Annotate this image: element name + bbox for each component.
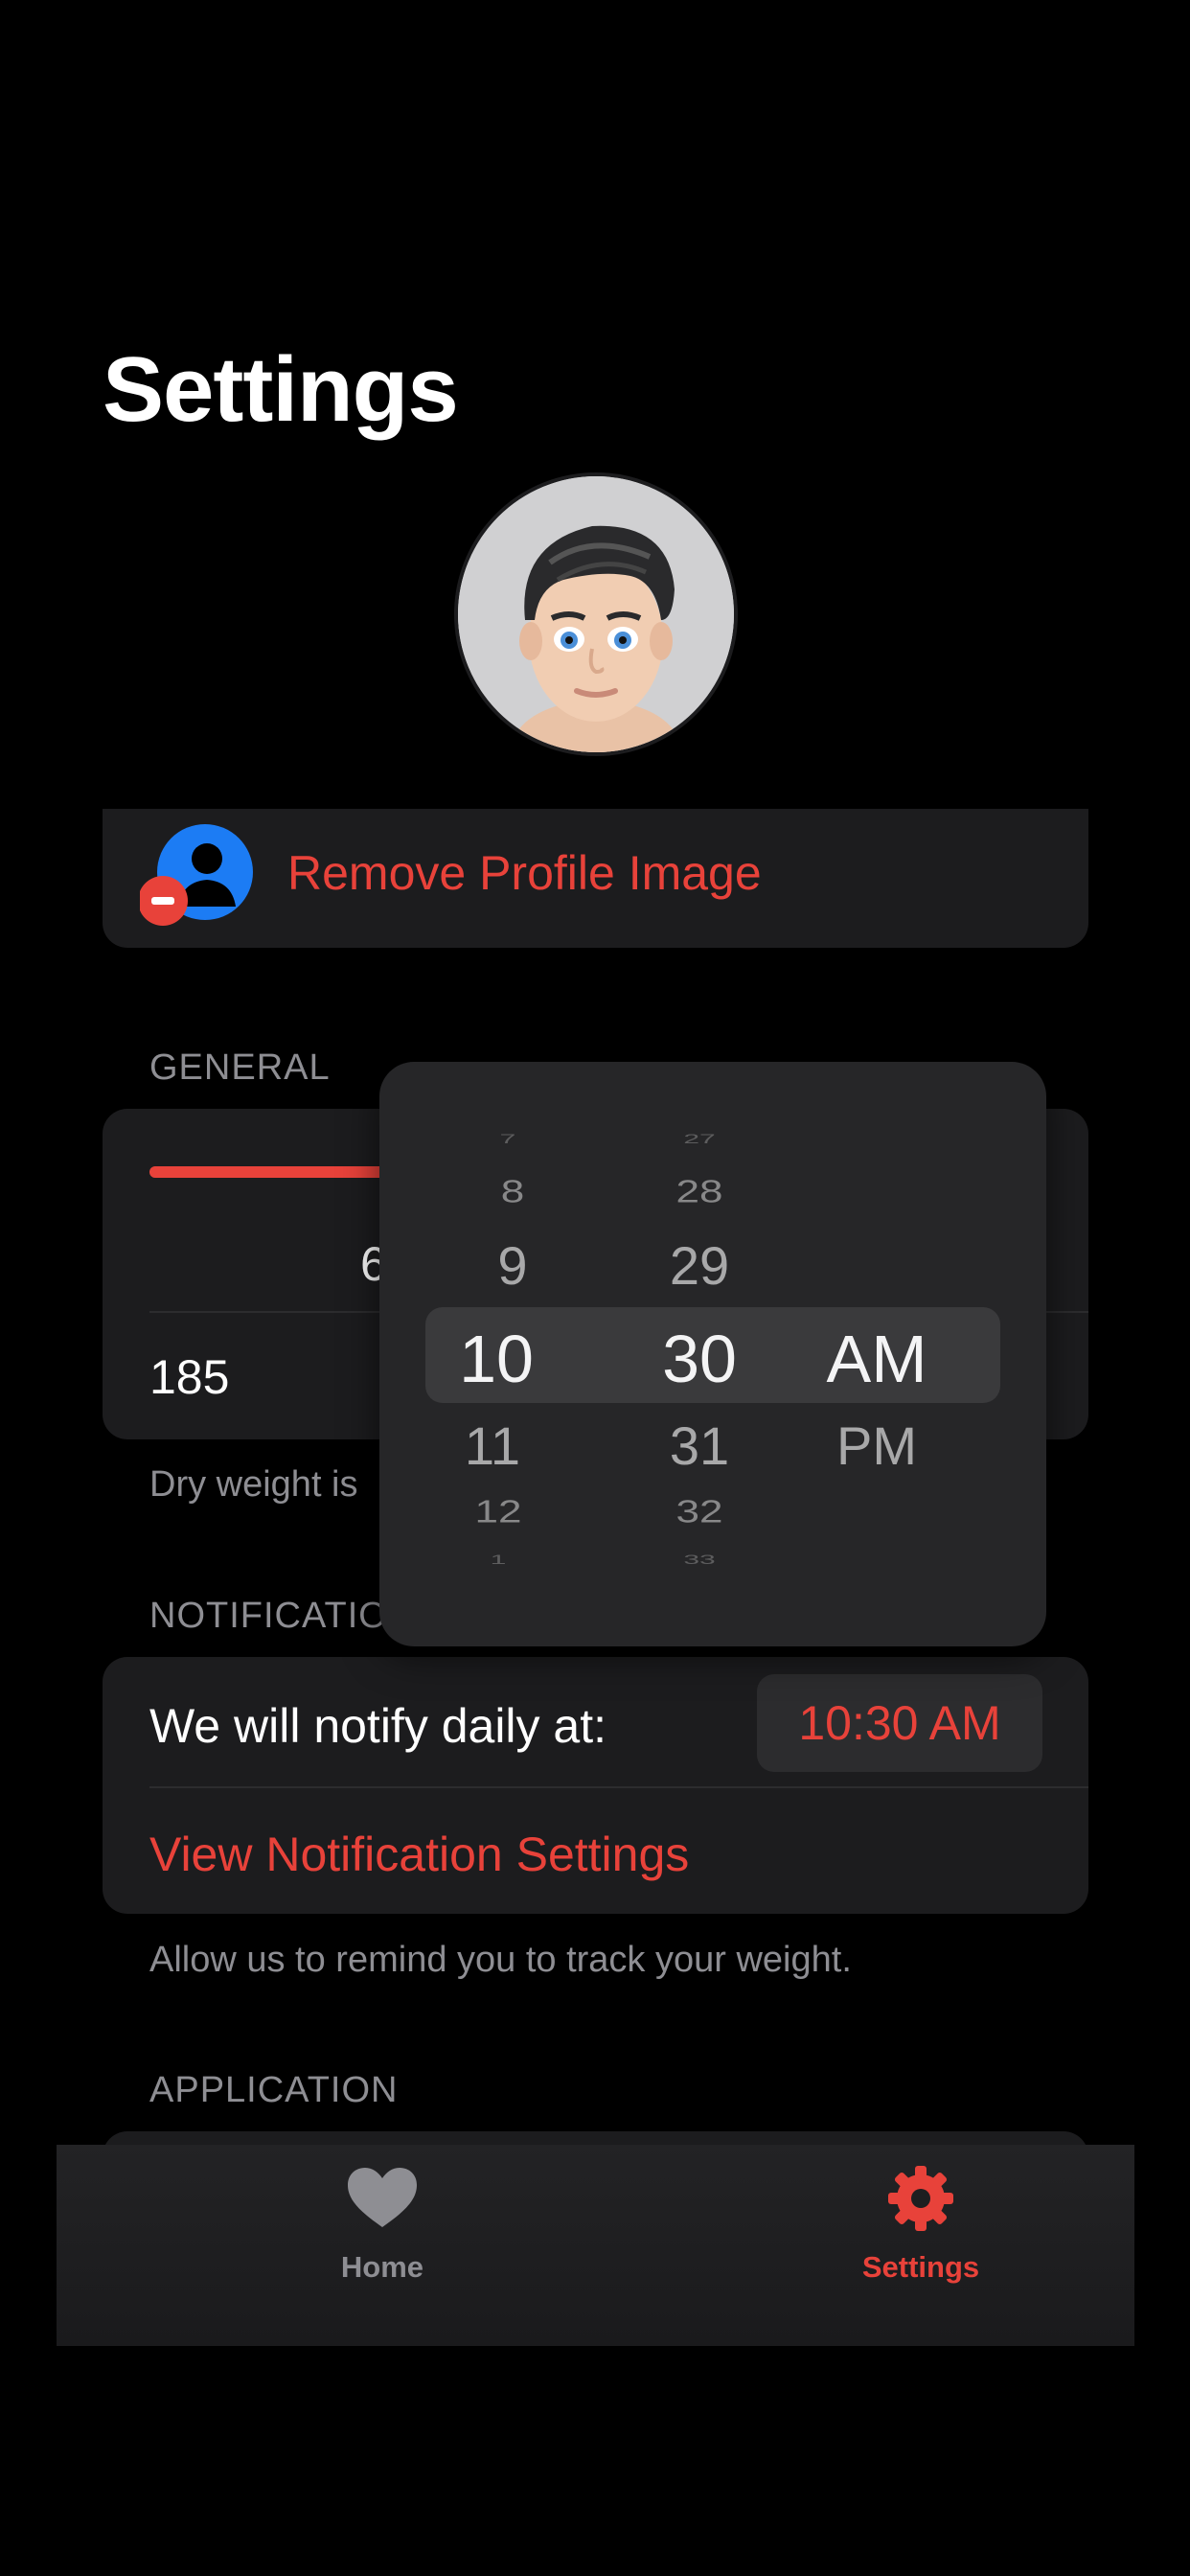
remove-profile-image-label[interactable]: Remove Profile Image	[287, 845, 762, 901]
picker-minute-item[interactable]: 33	[632, 1552, 767, 1567]
picker-period-item[interactable]: PM	[814, 1414, 939, 1477]
picker-period-selected[interactable]: AM	[814, 1321, 939, 1397]
divider	[149, 1786, 1088, 1788]
heart-icon	[348, 2168, 417, 2227]
notifications-section-header: NOTIFICATIO	[149, 1596, 388, 1636]
picker-minute-item[interactable]: 29	[632, 1234, 767, 1297]
tab-bar: Home Settings	[57, 2145, 1134, 2346]
general-section-header: GENERAL	[149, 1047, 331, 1088]
picker-hour-item[interactable]: 8	[431, 1174, 594, 1210]
memoji-avatar-image	[458, 476, 734, 752]
tab-home[interactable]: Home	[239, 2145, 526, 2346]
notifications-footer-text: Allow us to remind you to track your wei…	[149, 1940, 852, 1980]
notify-daily-label: We will notify daily at:	[149, 1699, 607, 1753]
tab-home-label: Home	[340, 2250, 424, 2284]
person-remove-icon	[138, 824, 259, 926]
picker-minute-item[interactable]: 32	[632, 1494, 767, 1530]
picker-minute-item[interactable]: 27	[632, 1132, 767, 1146]
dry-weight-value[interactable]: 185	[149, 1349, 229, 1405]
application-section-header: APPLICATION	[149, 2070, 399, 2110]
gear-icon	[888, 2166, 953, 2231]
picker-hour-item[interactable]: 11	[431, 1414, 554, 1477]
picker-minute-item[interactable]: 31	[632, 1414, 767, 1477]
picker-hour-selected[interactable]: 10	[431, 1321, 561, 1397]
picker-hour-item[interactable]: 9	[431, 1234, 594, 1297]
picker-hour-item[interactable]: 1	[431, 1552, 565, 1567]
general-footer-text: Dry weight is	[149, 1464, 358, 1505]
view-notification-settings-link[interactable]: View Notification Settings	[149, 1827, 689, 1882]
tab-settings-label: Settings	[861, 2250, 980, 2284]
tab-settings[interactable]: Settings	[777, 2145, 1064, 2346]
picker-minute-selected[interactable]: 30	[632, 1321, 767, 1397]
page-title: Settings	[103, 338, 459, 441]
notification-time-button[interactable]: 10:30 AM	[757, 1674, 1042, 1772]
avatar[interactable]	[454, 472, 738, 756]
picker-hour-item[interactable]: 12	[431, 1494, 565, 1530]
picker-minute-item[interactable]: 28	[632, 1174, 767, 1210]
picker-hour-item[interactable]: 7	[431, 1132, 584, 1146]
